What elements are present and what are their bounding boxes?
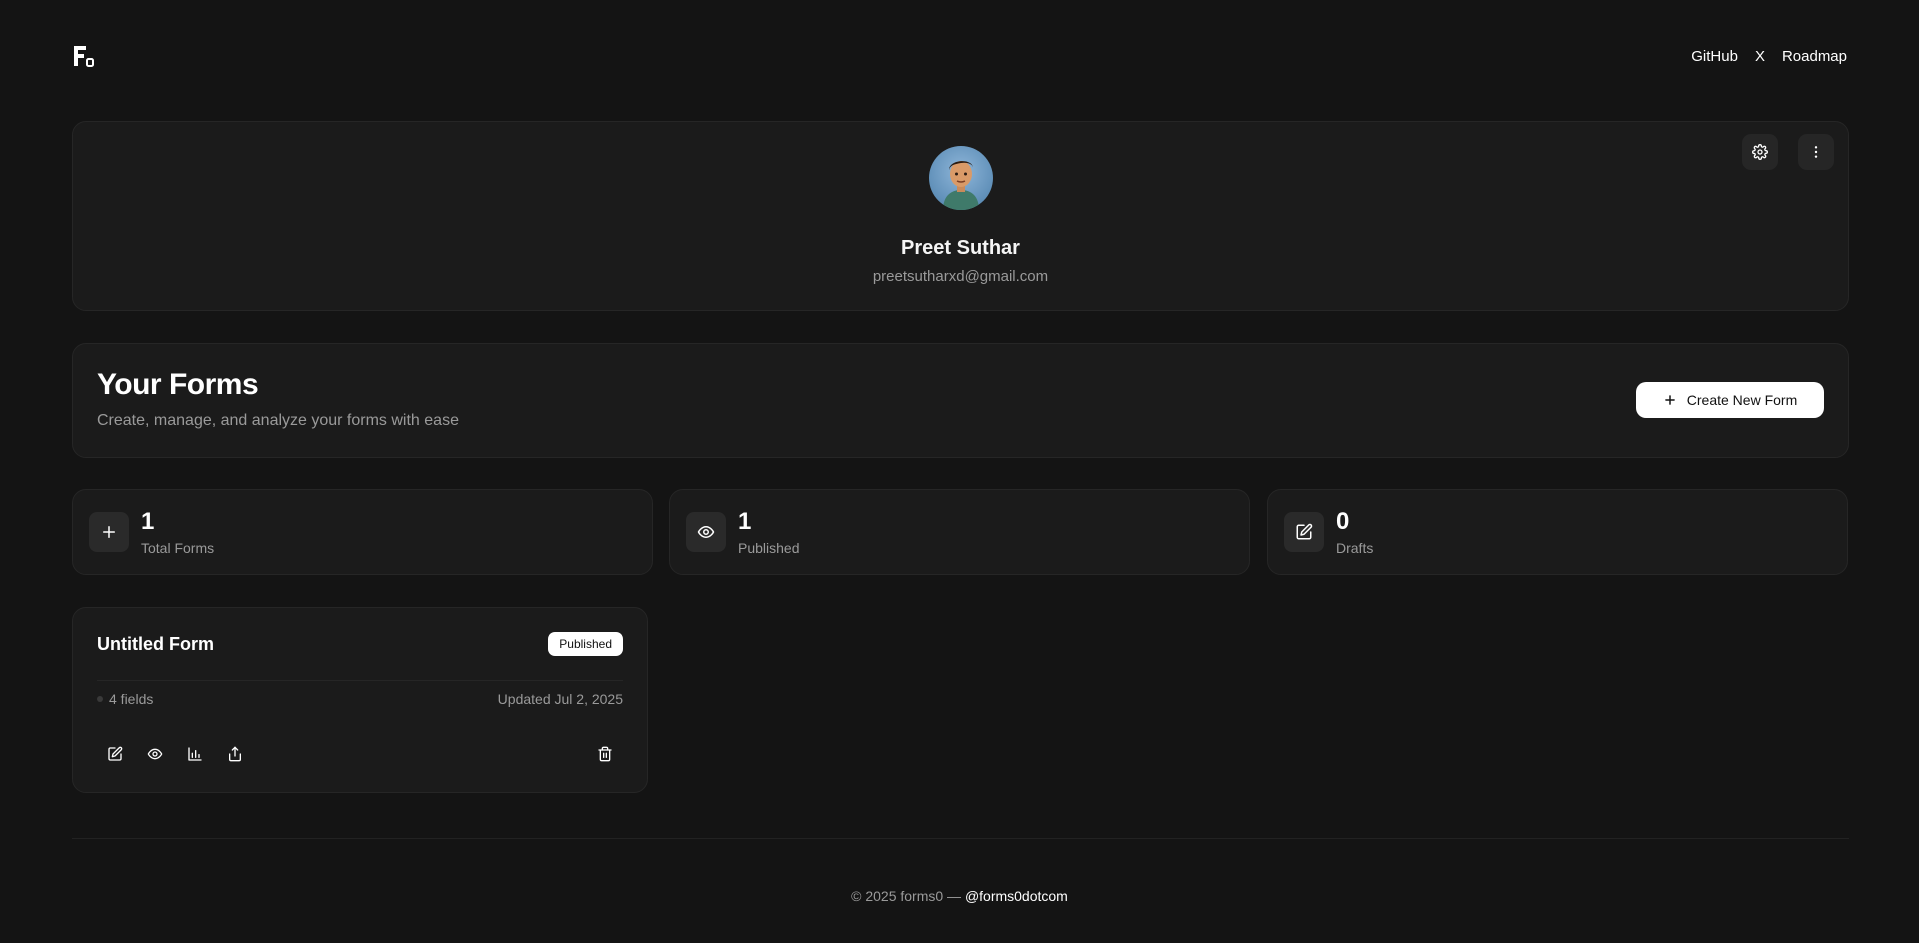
plus-icon (1663, 393, 1677, 407)
create-new-form-button[interactable]: Create New Form (1636, 382, 1824, 418)
form-actions (97, 736, 253, 772)
divider (97, 680, 623, 681)
stat-value: 1 (738, 508, 752, 535)
page-title: Your Forms (97, 368, 259, 401)
footer-divider (72, 838, 1849, 839)
footer-copyright: © 2025 forms0 — (851, 888, 965, 904)
fields-count-text: 4 fields (109, 691, 154, 707)
share-icon (227, 746, 243, 762)
settings-button[interactable] (1742, 134, 1778, 170)
edit-form-button[interactable] (97, 736, 133, 772)
stat-drafts: 0 Drafts (1267, 489, 1848, 575)
nav-link-x[interactable]: X (1755, 48, 1765, 65)
form-title[interactable]: Untitled Form (97, 634, 214, 655)
bar-chart-icon (187, 746, 203, 762)
form-updated-date: Updated Jul 2, 2025 (497, 691, 623, 707)
eye-icon (147, 746, 163, 762)
edit-icon (107, 746, 123, 762)
stat-label: Drafts (1336, 540, 1374, 556)
plus-icon (89, 512, 129, 552)
dot-icon (97, 696, 103, 702)
analytics-button[interactable] (177, 736, 213, 772)
forms0-logo-icon[interactable] (72, 41, 102, 71)
stat-label: Published (738, 540, 800, 556)
avatar[interactable] (928, 146, 993, 210)
stat-published: 1 Published (669, 489, 1250, 575)
nav-link-github[interactable]: GitHub (1691, 48, 1738, 65)
top-nav: GitHub X Roadmap (1691, 48, 1847, 65)
delete-form-button[interactable] (587, 736, 623, 772)
eye-icon (686, 512, 726, 552)
stat-label: Total Forms (141, 540, 215, 556)
forms-header-card: Your Forms Create, manage, and analyze y… (72, 343, 1849, 458)
footer: © 2025 forms0 — @forms0dotcom (0, 888, 1919, 904)
page-subtitle: Create, manage, and analyze your forms w… (97, 412, 459, 429)
top-header: GitHub X Roadmap (72, 38, 1847, 74)
gear-icon (1752, 144, 1768, 160)
stat-value: 0 (1336, 508, 1350, 535)
nav-link-roadmap[interactable]: Roadmap (1782, 48, 1847, 65)
form-card[interactable]: Untitled Form Published 4 fields Updated… (72, 607, 648, 793)
preview-form-button[interactable] (137, 736, 173, 772)
stat-value: 1 (141, 508, 155, 535)
form-fields-count: 4 fields (97, 691, 153, 707)
share-form-button[interactable] (217, 736, 253, 772)
more-vertical-icon (1808, 144, 1824, 160)
trash-icon (597, 746, 613, 762)
edit-icon (1284, 512, 1324, 552)
create-new-form-label: Create New Form (1686, 392, 1798, 408)
status-badge: Published (548, 632, 623, 656)
profile-name: Preet Suthar (901, 237, 1020, 259)
dashboard-page: GitHub X Roadmap Preet Suthar preetsutha… (0, 0, 1919, 943)
profile-email: preetsutharxd@gmail.com (872, 268, 1049, 285)
footer-handle-link[interactable]: @forms0dotcom (965, 888, 1068, 904)
more-options-button[interactable] (1798, 134, 1834, 170)
profile-card: Preet Suthar preetsutharxd@gmail.com (72, 121, 1849, 311)
stat-total-forms: 1 Total Forms (72, 489, 653, 575)
